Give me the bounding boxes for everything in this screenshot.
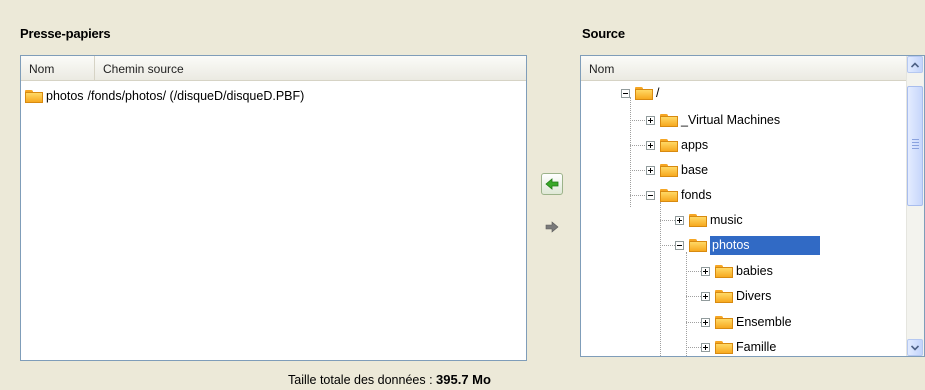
tree-node[interactable]: fonds [646, 185, 712, 205]
expand-icon[interactable] [701, 317, 710, 327]
tree-node[interactable]: Divers [701, 286, 771, 306]
folder-icon [715, 315, 733, 329]
expand-icon[interactable] [646, 165, 655, 175]
source-title: Source [582, 26, 625, 41]
column-header-name[interactable]: Nom [21, 56, 95, 80]
tree-node[interactable]: _Virtual Machines [646, 110, 780, 130]
clipboard-column-header: Nom Chemin source [21, 56, 526, 81]
folder-icon [689, 213, 707, 227]
folder-icon [715, 264, 733, 278]
expand-icon[interactable] [675, 215, 684, 225]
folder-icon [715, 340, 733, 354]
scroll-thumb[interactable] [907, 86, 923, 206]
chevron-up-icon [911, 61, 919, 68]
tree-node[interactable]: base [646, 160, 708, 180]
folder-icon [715, 289, 733, 303]
tree-node-label: photos [710, 235, 820, 255]
tree-node-label: / [656, 86, 660, 100]
folder-icon [660, 188, 678, 202]
tree-node-label: music [710, 213, 743, 227]
backup-selection-dialog: Presse-papiers Source Nom Chemin source … [0, 0, 925, 390]
tree-node[interactable]: / [621, 83, 659, 103]
chevron-down-icon [911, 344, 919, 351]
arrow-right-icon [545, 221, 559, 233]
tree-node[interactable]: Ensemble [701, 312, 792, 332]
tree-connector [686, 347, 701, 348]
scroll-grip [912, 139, 919, 140]
tree-connector [630, 145, 645, 146]
collapse-icon[interactable] [646, 190, 655, 200]
tree-node[interactable]: apps [646, 135, 708, 155]
tree-connector [686, 252, 687, 356]
tree-connector [686, 322, 701, 323]
clipboard-row-name: photos [46, 89, 84, 103]
tree-node-label: apps [681, 138, 709, 152]
scroll-down-button[interactable] [907, 339, 923, 356]
scroll-grip [912, 148, 919, 149]
tree-node-label: Ensemble [736, 315, 792, 329]
clipboard-row[interactable]: photos /fonds/photos/ (/disqueD/disqueD.… [25, 89, 304, 103]
folder-icon [689, 238, 707, 252]
source-tree[interactable]: Nom / _Virtual Machines apps base fonds … [580, 55, 925, 357]
tree-node-label: _Virtual Machines [681, 113, 781, 127]
tree-connector [686, 296, 701, 297]
tree-node-label: Divers [736, 289, 772, 303]
tree-node[interactable]: Famille [701, 337, 777, 356]
collapse-icon[interactable] [621, 88, 630, 98]
total-size-label: Taille totale des données : [288, 373, 433, 387]
tree-node-label: babies [736, 264, 773, 278]
tree-connector [686, 271, 701, 272]
vertical-scrollbar[interactable] [906, 56, 924, 356]
expand-icon[interactable] [701, 266, 710, 276]
tree-node-label: base [681, 163, 709, 177]
tree-node-label: Famille [736, 340, 777, 354]
scroll-grip [912, 142, 919, 143]
folder-icon [660, 138, 678, 152]
tree-node[interactable]: babies [701, 261, 773, 281]
column-header-source-path[interactable]: Chemin source [95, 56, 526, 80]
tree-connector [630, 97, 631, 207]
tree-connector [660, 245, 675, 246]
total-size: Taille totale des données : 395.7 Mo [288, 372, 491, 387]
folder-icon [660, 163, 678, 177]
arrow-left-icon [545, 178, 559, 190]
collapse-icon[interactable] [675, 240, 684, 250]
scroll-grip [912, 145, 919, 146]
tree-node-label: fonds [681, 188, 712, 202]
expand-icon[interactable] [701, 291, 710, 301]
tree-connector [630, 195, 645, 196]
clipboard-row-path: /fonds/photos/ (/disqueD/disqueD.PBF) [87, 89, 305, 103]
remove-from-clipboard-button[interactable] [541, 216, 563, 238]
clipboard-list[interactable]: Nom Chemin source photos /fonds/photos/ … [20, 55, 527, 361]
expand-icon[interactable] [646, 115, 655, 125]
tree-connector [630, 120, 645, 121]
expand-icon[interactable] [646, 140, 655, 150]
tree-connector [660, 202, 661, 356]
clipboard-title: Presse-papiers [20, 26, 111, 41]
folder-icon [660, 113, 678, 127]
tree-node-selected[interactable]: photos [675, 235, 820, 255]
expand-icon[interactable] [701, 342, 710, 352]
column-header-name[interactable]: Nom [581, 56, 907, 80]
source-column-header: Nom [581, 56, 907, 81]
folder-icon [635, 86, 653, 100]
scroll-up-button[interactable] [907, 56, 923, 73]
tree-connector [660, 220, 675, 221]
add-to-clipboard-button[interactable] [541, 173, 563, 195]
total-size-value: 395.7 Mo [436, 372, 491, 387]
tree-connector [630, 170, 645, 171]
tree-node[interactable]: music [675, 210, 743, 230]
folder-icon [25, 89, 43, 103]
